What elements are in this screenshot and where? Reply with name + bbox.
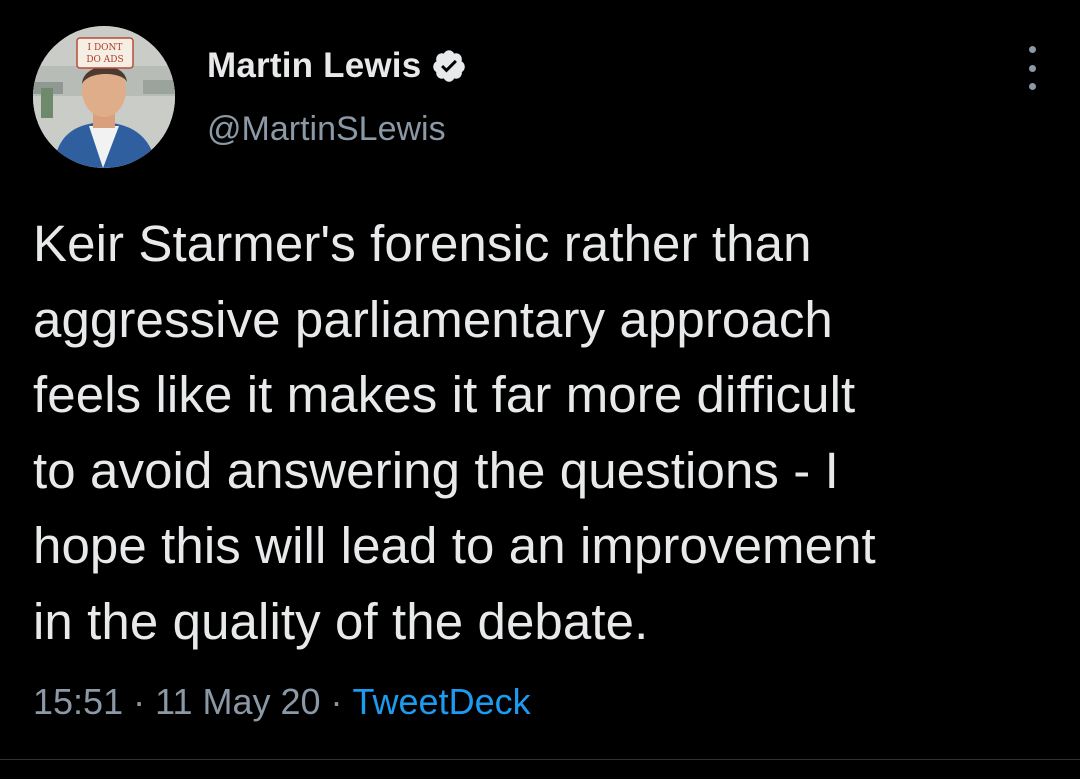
avatar-sign-line-2: DO ADS (86, 55, 123, 65)
verified-badge-icon (431, 48, 467, 84)
separator: · (330, 681, 343, 722)
divider (0, 759, 1080, 760)
more-vertical-icon[interactable] (1022, 46, 1042, 90)
avatar-sign: I DONT DO ADS (76, 37, 134, 69)
tweet-source-link[interactable]: TweetDeck (353, 681, 531, 723)
avatar-photo: I DONT DO ADS (33, 26, 175, 168)
more-dot (1028, 46, 1036, 53)
tweet-card: I DONT DO ADS Martin Lewis @MartinSLewis… (0, 0, 1080, 779)
avatar[interactable]: I DONT DO ADS (33, 26, 175, 168)
tweet-metadata: 15:51 · 11 May 20 · TweetDeck (33, 681, 531, 723)
more-dot (1028, 83, 1036, 90)
tweet-date[interactable]: 11 May 20 (155, 681, 320, 723)
avatar-sign-line-1: I DONT (88, 43, 123, 53)
tweet-header: Martin Lewis @MartinSLewis (207, 44, 467, 149)
tweet-text: Keir Starmer's forensic rather than aggr… (33, 215, 876, 650)
display-name[interactable]: Martin Lewis (207, 46, 421, 86)
user-handle[interactable]: @MartinSLewis (207, 110, 467, 149)
separator: · (133, 681, 146, 722)
tweet-time[interactable]: 15:51 (33, 681, 123, 723)
name-row: Martin Lewis (207, 44, 467, 88)
more-dot (1028, 64, 1036, 72)
